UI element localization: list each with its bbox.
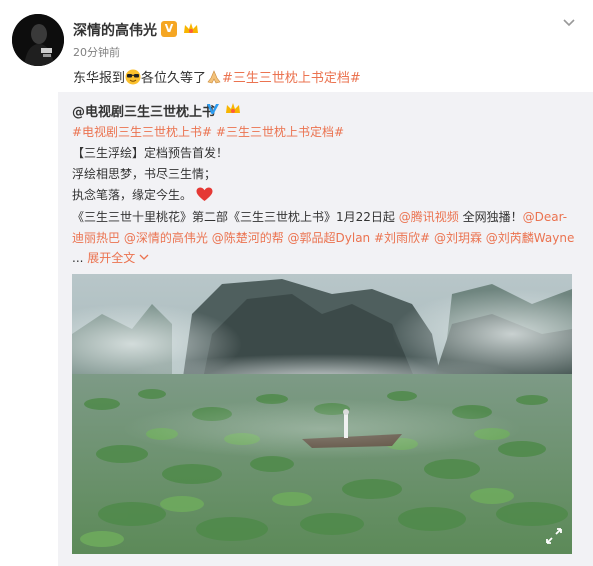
fullscreen-icon[interactable] (544, 526, 564, 546)
crown-badge-icon (184, 23, 198, 33)
hashtag-liuyuxin[interactable]: #刘雨欣# (374, 231, 430, 245)
post-time[interactable]: 20分钟前 (73, 44, 120, 60)
mention-gaoweiguang[interactable]: @深情的高伟光 (124, 231, 208, 245)
post-text: 东华报到 各位久等了 #三生三世枕上书定档# (73, 67, 361, 86)
post-hashtag[interactable]: #三生三世枕上书定档# (222, 71, 361, 86)
crown-badge-icon (226, 103, 240, 113)
mention-dear[interactable]: @Dear- (523, 210, 567, 224)
mention-liuruilin[interactable]: @刘芮麟Wayne (486, 231, 575, 245)
v-badge-icon: V (161, 21, 177, 37)
mention-chenchuhe[interactable]: @陈楚河的帮 (212, 231, 284, 245)
repost-line-1: 【三生浮绘】定档预告首发！ (72, 146, 229, 160)
repost-hashtag-link[interactable]: #电视剧三生三世枕上书# #三生三世枕上书定档# (72, 125, 344, 139)
video-frame-image (72, 274, 572, 554)
repost-line-3-text: 执念笔落，缘定今生。 (72, 188, 193, 202)
mention-liuyuelin[interactable]: @刘玥霖 (434, 231, 482, 245)
v-badge-icon (207, 104, 219, 114)
mention-tencent-video[interactable]: @腾讯视频 (399, 210, 459, 224)
ellipsis: ... (72, 251, 84, 265)
repost-line-5: 迪丽热巴 @深情的高伟光 @陈楚河的帮 @郭品超Dylan #刘雨欣# @刘玥霖… (72, 229, 574, 246)
praying-hands-emoji-icon (207, 70, 221, 84)
sunglasses-emoji-icon (125, 69, 141, 85)
expand-full-text-link[interactable]: 展开全文 (87, 251, 149, 265)
post-text-after: 各位久等了 (141, 71, 207, 86)
weibo-post-card: 深情的高伟光 V 20分钟前 东华报到 各位久等了 #三生三世枕上书定档# @电… (0, 0, 593, 566)
chevron-down-icon[interactable] (561, 14, 577, 30)
heart-emoji-icon (196, 187, 213, 201)
author-avatar[interactable] (12, 14, 64, 66)
repost-line-4-mid: 全网独播！ (458, 210, 523, 224)
repost-line-2: 浮绘相思梦，书尽三生情； (72, 167, 217, 181)
mention-guopinchao[interactable]: @郭品超Dylan (288, 231, 371, 245)
mention-dilireba[interactable]: 迪丽热巴 (72, 231, 120, 245)
repost-hashtags: #电视剧三生三世枕上书# #三生三世枕上书定档# (72, 123, 344, 140)
author-name[interactable]: 深情的高伟光 (73, 20, 157, 40)
repost-line-4: 《三生三世十里桃花》第二部《三生三世枕上书》1月22日起 @腾讯视频 全网独播！… (72, 208, 567, 225)
repost-line-3: 执念笔落，缘定今生。 (72, 186, 213, 203)
repost-block: @电视剧三生三世枕上书 #电视剧三生三世枕上书# #三生三世枕上书定档# 【三生… (58, 92, 593, 566)
repost-line-6: ... 展开全文 (72, 249, 149, 266)
expand-label: 展开全文 (87, 251, 136, 265)
post-text-before: 东华报到 (73, 71, 126, 86)
video-player[interactable] (72, 274, 572, 554)
repost-line-4-text: 《三生三世十里桃花》第二部《三生三世枕上书》1月22日起 (72, 210, 395, 224)
chevron-down-icon (139, 254, 149, 260)
repost-author[interactable]: @电视剧三生三世枕上书 (72, 101, 215, 120)
